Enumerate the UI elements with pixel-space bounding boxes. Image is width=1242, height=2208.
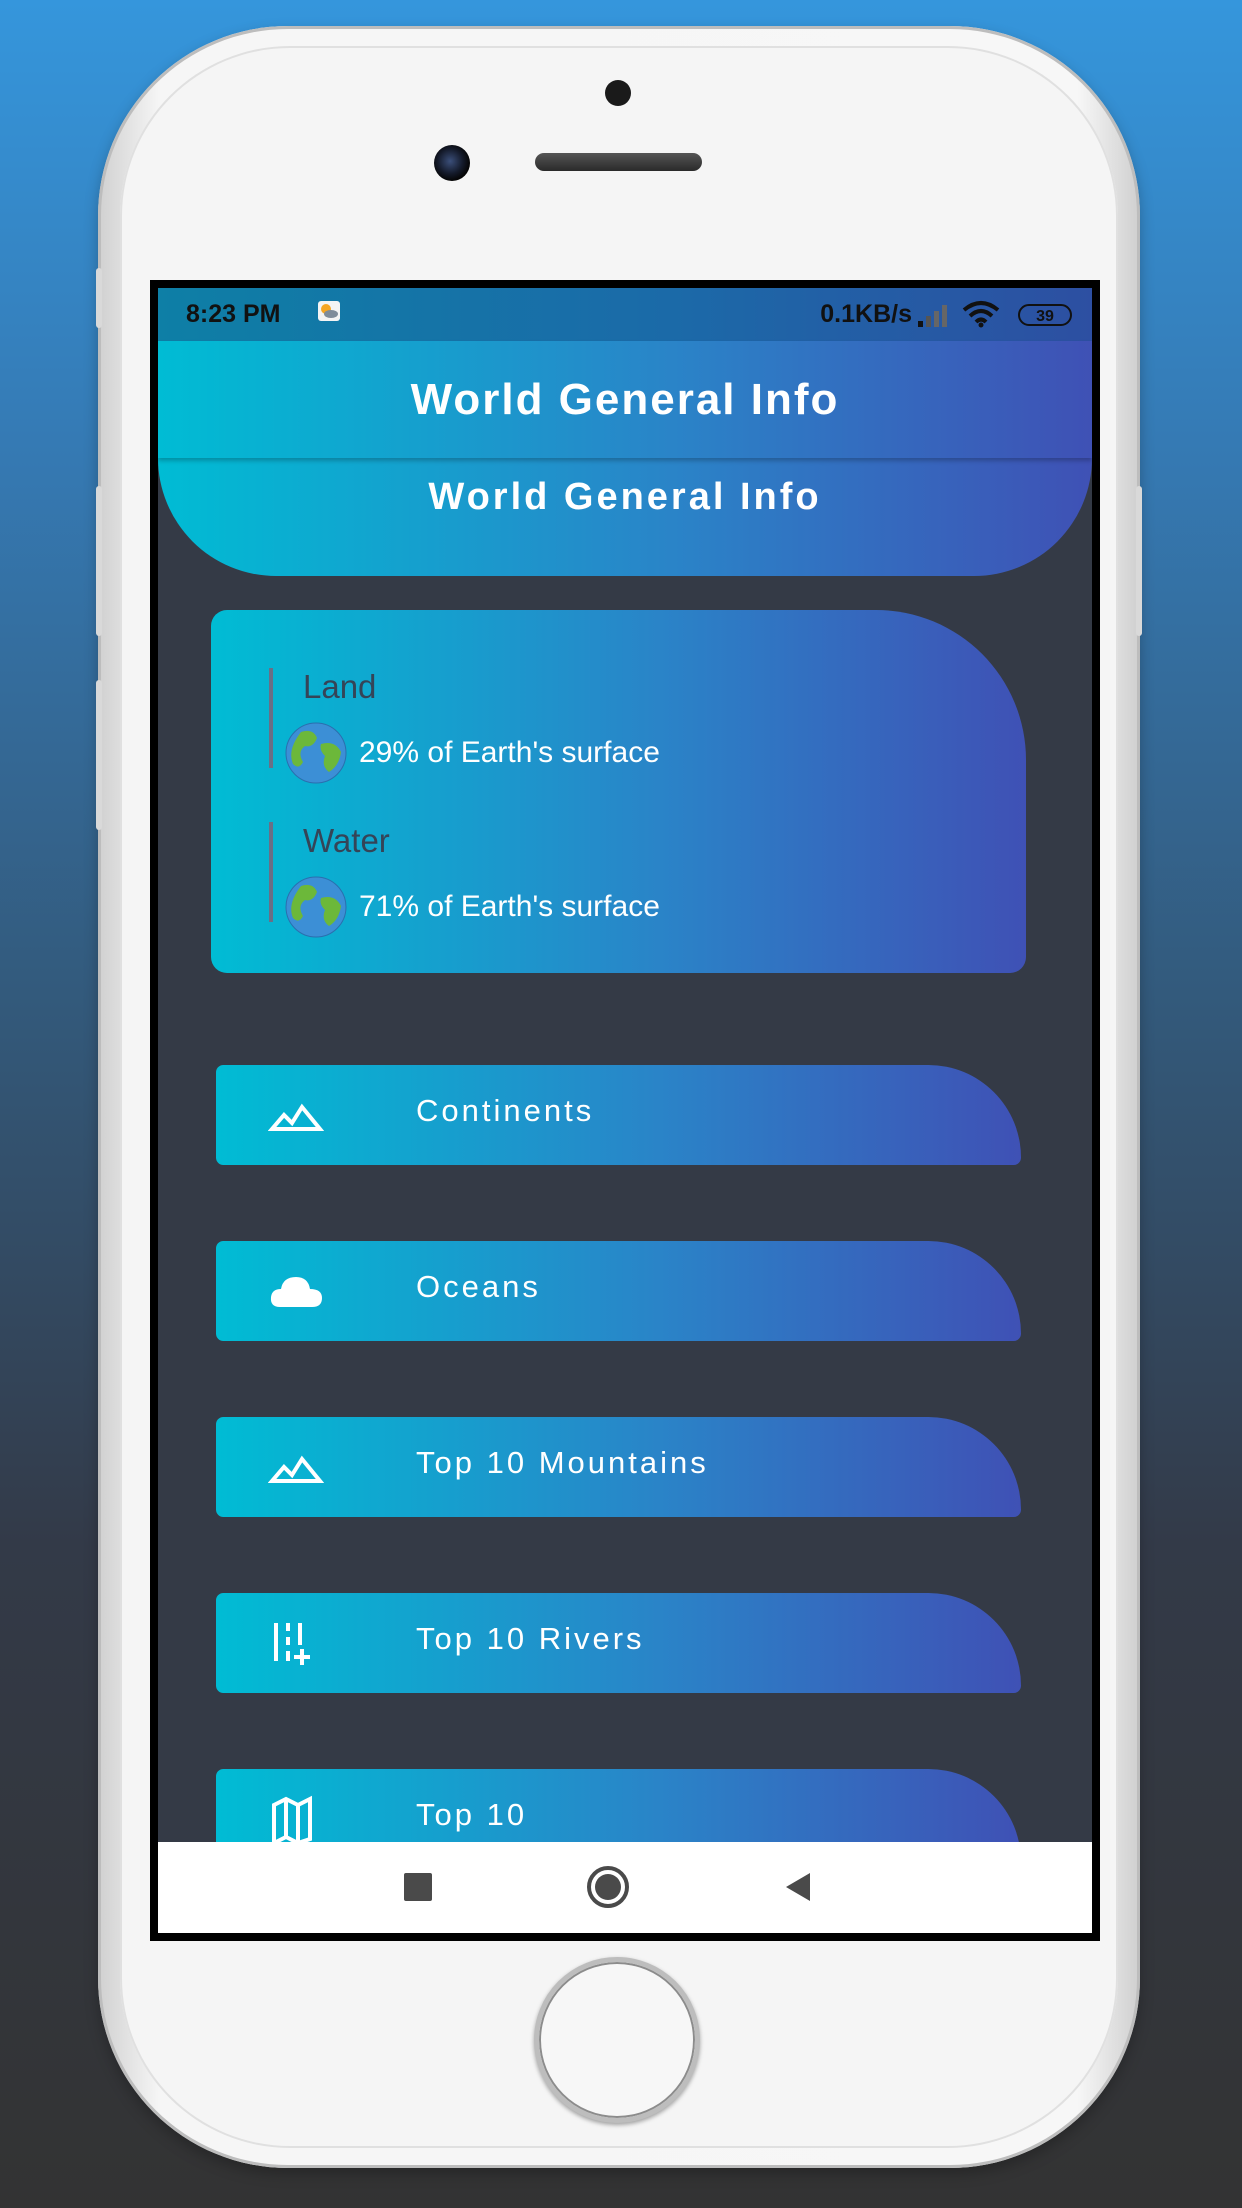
navigation-bar (158, 1842, 1092, 1933)
network-speed: 0.1KB/s (820, 300, 912, 328)
menu-item-label: Top 10 Mountains (416, 1445, 709, 1480)
wifi-icon (962, 301, 1000, 328)
home-nav-button[interactable] (583, 1862, 633, 1912)
info-item-line: 29% of Earth's surface (285, 722, 660, 784)
square-icon (404, 1873, 432, 1901)
menu-item-label: Continents (416, 1093, 595, 1128)
side-button-mute (96, 268, 102, 328)
mountain-icon (268, 1103, 324, 1131)
river-icon (274, 1623, 310, 1665)
mountain-icon (268, 1455, 324, 1483)
battery-indicator: 39 (1018, 304, 1072, 326)
info-item-land: Land 29% of Earth's surface (269, 668, 660, 784)
menu-item-label: Oceans (416, 1269, 541, 1304)
top-10-mountains-button[interactable]: Top 10 Mountains (216, 1417, 1021, 1517)
cloud-icon (270, 1277, 322, 1307)
info-item-line: 71% of Earth's surface (285, 876, 660, 938)
status-bar: 8:23 PM 0.1KB/s 39 (158, 288, 1092, 341)
globe-icon (285, 876, 347, 938)
front-camera (434, 145, 470, 181)
triangle-back-icon (786, 1873, 810, 1901)
header-banner: World General Info (158, 458, 1092, 576)
info-item-title: Land (303, 668, 377, 705)
status-time: 8:23 PM (186, 300, 281, 328)
top-10-rivers-button[interactable]: Top 10 Rivers (216, 1593, 1021, 1693)
info-item-text: 71% of Earth's surface (359, 890, 660, 923)
app-bar-title: World General Info (410, 374, 840, 424)
home-button[interactable] (534, 1957, 700, 2123)
map-icon (272, 1795, 312, 1845)
menu-item-label: Top 10 (416, 1797, 528, 1832)
side-button-volume-up (96, 486, 102, 636)
earpiece-speaker (535, 153, 702, 171)
screen: 8:23 PM 0.1KB/s 39 World General Info Wo… (150, 280, 1100, 1941)
globe-icon (285, 722, 347, 784)
side-button-volume-down (96, 680, 102, 830)
side-button-power (1136, 486, 1142, 636)
back-button[interactable] (774, 1862, 824, 1912)
proximity-sensor (605, 80, 631, 106)
recents-button[interactable] (393, 1862, 443, 1912)
menu-item-label: Top 10 Rivers (416, 1621, 645, 1656)
info-item-text: 29% of Earth's surface (359, 736, 660, 769)
app-bar: World General Info (158, 341, 1092, 458)
continents-button[interactable]: Continents (216, 1065, 1021, 1165)
signal-icon (918, 305, 947, 327)
app-screen: 8:23 PM 0.1KB/s 39 World General Info Wo… (158, 288, 1092, 1933)
oceans-button[interactable]: Oceans (216, 1241, 1021, 1341)
circle-icon (587, 1866, 629, 1908)
info-item-title: Water (303, 822, 390, 859)
weather-icon (318, 301, 340, 321)
earth-info-card: Land 29% of Earth's surface Water 71% of… (211, 610, 1026, 973)
header-title: World General Info (428, 476, 822, 518)
info-item-water: Water 71% of Earth's surface (269, 822, 660, 938)
